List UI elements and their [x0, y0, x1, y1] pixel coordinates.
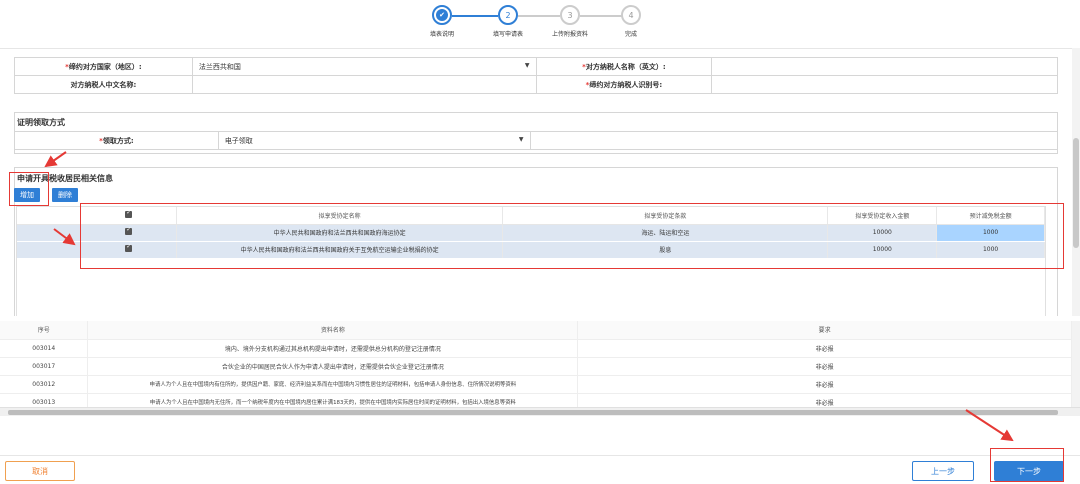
materials-header-row: 序号 资料名称 要求: [0, 321, 1072, 340]
name-cn-label: 对方纳税人中文名称:: [14, 75, 193, 94]
table-row[interactable]: 003014 境内、境外分支机构通过其总机构提出申请时，还需提供总分机构的登记注…: [0, 339, 1072, 358]
annotation-box-add: [9, 172, 49, 206]
annotation-box-grid: [80, 203, 1064, 269]
grid-spacer: [17, 241, 82, 259]
method-label: *领取方式:: [14, 131, 219, 150]
grid-spacer: [17, 207, 82, 225]
footer-bar: 取消 上一步 下一步: [0, 455, 1080, 484]
material-id: 003017: [0, 357, 89, 376]
table-row[interactable]: 003017 合伙企业的中国居民合伙人作为申请人提出申请时，还需提供合伙企业登记…: [0, 357, 1072, 376]
material-id: 003014: [0, 339, 89, 358]
grid-spacer: [17, 224, 82, 242]
step-label: 填表说明: [429, 31, 454, 38]
step-number: 4: [621, 5, 641, 25]
step-4: 4 完成: [601, 5, 661, 38]
chevron-down-icon: ▼: [524, 62, 530, 69]
cert-table: *领取方式: 电子领取 ▼: [14, 131, 1059, 150]
annotation-box-next: [990, 448, 1064, 482]
country-label: *缔约对方国家（地区）:: [14, 57, 193, 76]
material-name: 境内、境外分支机构通过其总机构提出申请时，还需提供总分机构的登记注册情况: [87, 339, 579, 358]
step-3: 3 上传附报资料: [540, 5, 600, 38]
prev-step-button[interactable]: 上一步: [912, 461, 974, 481]
tin-label: *缔约对方纳税人识别号:: [535, 75, 713, 94]
horizontal-scrollbar[interactable]: [0, 407, 1080, 416]
step-2: 2 填写申请表: [478, 5, 538, 38]
step-number: 3: [560, 5, 580, 25]
material-name: 申请人为个人且在中国境内有住所的，提供因户籍、家庭、经济利益关系而在中国境内习惯…: [87, 375, 579, 394]
method-select[interactable]: 电子领取 ▼: [217, 131, 531, 150]
vertical-scrollbar[interactable]: [1072, 48, 1080, 316]
application-form-panel: *缔约对方国家（地区）: 法兰西共和国 ▼ *对方纳税人名称（英文）: 对方纳税人…: [0, 48, 1072, 316]
col-header: 序号: [0, 321, 89, 340]
step-1: ✔ 填表说明: [412, 5, 472, 38]
tin-input[interactable]: [711, 75, 1058, 94]
name-en-input[interactable]: [711, 57, 1058, 76]
cert-section-title: 证明领取方式: [17, 118, 65, 127]
scroll-thumb[interactable]: [1073, 138, 1079, 248]
scroll-thumb[interactable]: [8, 410, 1058, 415]
step-number: 2: [498, 5, 518, 25]
step-label: 完成: [624, 31, 637, 38]
material-req: 非必报: [577, 375, 1072, 394]
material-req: 非必报: [577, 339, 1072, 358]
counterparty-table: *缔约对方国家（地区）: 法兰西共和国 ▼ *对方纳税人名称（英文）: 对方纳税人…: [14, 57, 1058, 94]
material-id: 003012: [0, 375, 89, 394]
name-en-label: *对方纳税人名称（英文）:: [535, 57, 713, 76]
material-name: 合伙企业的中国居民合伙人作为申请人提出申请时，还需提供合伙企业登记注册情况: [87, 357, 579, 376]
materials-vertical-scrollbar[interactable]: [1072, 321, 1080, 407]
col-header: 资料名称: [87, 321, 579, 340]
step-label: 上传附报资料: [551, 31, 588, 38]
material-req: 非必报: [577, 357, 1072, 376]
country-select[interactable]: 法兰西共和国 ▼: [191, 57, 537, 76]
delete-button[interactable]: 删除: [52, 188, 78, 202]
empty-cell: [529, 131, 1059, 150]
step-label: 填写申请表: [492, 31, 523, 38]
cancel-button[interactable]: 取消: [5, 461, 75, 481]
chevron-down-icon: ▼: [518, 136, 524, 143]
progress-stepper: ✔ 填表说明 2 填写申请表 3 上传附报资料 4 完成: [0, 0, 1080, 48]
name-cn-input[interactable]: [191, 75, 537, 94]
table-row[interactable]: 003012 申请人为个人且在中国境内有住所的，提供因户籍、家庭、经济利益关系而…: [0, 375, 1072, 394]
materials-table: 序号 资料名称 要求 003014 境内、境外分支机构通过其总机构提出申请时，还…: [0, 321, 1072, 412]
check-icon: ✔: [432, 5, 452, 25]
col-header: 要求: [577, 321, 1072, 340]
